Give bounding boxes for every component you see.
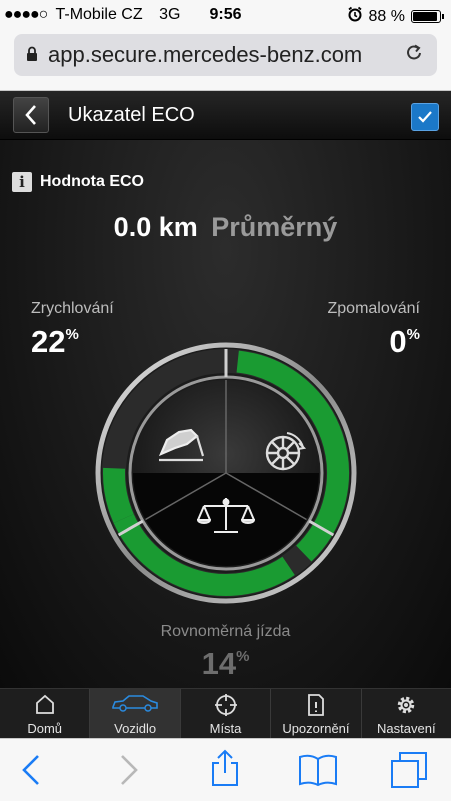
- gear-icon: [398, 696, 415, 714]
- notification-icon: [308, 694, 324, 716]
- tab-settings-label: Nastavení: [377, 721, 436, 736]
- forward-arrow-icon[interactable]: [118, 753, 140, 792]
- page-title: Ukazatel ECO: [68, 104, 195, 126]
- acceleration-value: 22%: [31, 324, 79, 360]
- acceleration-arc: [103, 467, 134, 524]
- tab-bar: Domů Vozidlo Místa Upozornění Nastavení: [0, 688, 451, 739]
- acceleration-number: 22: [31, 324, 66, 359]
- tab-home-label: Domů: [27, 721, 63, 736]
- address-bar: app.secure.mercedes-benz.com: [0, 30, 451, 91]
- steady-number: 14: [201, 646, 237, 681]
- battery-icon: [411, 10, 444, 23]
- target-icon: [214, 694, 237, 716]
- lock-icon: [26, 42, 38, 68]
- acceleration-unit: %: [65, 326, 79, 343]
- share-icon[interactable]: [210, 749, 240, 792]
- eco-summary: 0.0 km Průměrný: [0, 212, 451, 243]
- tab-home[interactable]: Domů: [0, 689, 91, 739]
- eco-info-row: i Hodnota ECO: [12, 172, 144, 192]
- eco-gauge: [95, 342, 357, 604]
- deceleration-label: Zpomalování: [327, 300, 421, 317]
- app-header: Ukazatel ECO: [0, 91, 451, 140]
- battery-percentage: 88 %: [368, 7, 405, 25]
- tab-vehicle[interactable]: Vozidlo: [90, 689, 181, 739]
- bookmarks-icon[interactable]: [298, 753, 338, 792]
- alarm-clock-icon: [347, 6, 363, 27]
- status-right: 88 %: [347, 6, 444, 27]
- steady-value: 14%: [0, 646, 451, 682]
- url-field[interactable]: app.secure.mercedes-benz.com: [14, 34, 437, 76]
- acceleration-label: Zrychlování: [31, 300, 114, 317]
- tab-places-label: Místa: [209, 721, 242, 736]
- tab-places[interactable]: Místa: [181, 689, 272, 739]
- back-arrow-icon[interactable]: [20, 753, 42, 792]
- browser-toolbar: [0, 738, 451, 801]
- eco-label: Hodnota ECO: [40, 173, 144, 190]
- tabs-icon[interactable]: [390, 751, 428, 794]
- status-bar: ●●●●○ T-Mobile CZ 3G 9:56 88 %: [0, 0, 451, 30]
- steady-unit: %: [236, 648, 250, 665]
- deceleration-number: 0: [389, 324, 407, 359]
- info-icon[interactable]: i: [12, 172, 32, 192]
- url-text: app.secure.mercedes-benz.com: [48, 42, 363, 67]
- tab-vehicle-label: Vozidlo: [114, 721, 157, 736]
- back-button[interactable]: [13, 97, 49, 133]
- car-icon: [112, 695, 158, 712]
- home-icon: [35, 694, 54, 714]
- tab-notifications-label: Upozornění: [282, 721, 350, 736]
- eco-distance: 0.0 km: [113, 212, 198, 242]
- tab-settings[interactable]: Nastavení: [362, 689, 451, 739]
- reload-icon[interactable]: [405, 42, 423, 68]
- tab-notifications[interactable]: Upozornění: [271, 689, 362, 739]
- eco-rating: Průměrný: [211, 212, 338, 242]
- eco-checkbox[interactable]: [411, 103, 439, 131]
- eco-display: i Hodnota ECO 0.0 km Průměrný Zrychlován…: [0, 140, 451, 688]
- deceleration-value: 0%: [389, 324, 420, 360]
- deceleration-unit: %: [406, 326, 420, 343]
- steady-label: Rovnoměrná jízda: [160, 623, 291, 640]
